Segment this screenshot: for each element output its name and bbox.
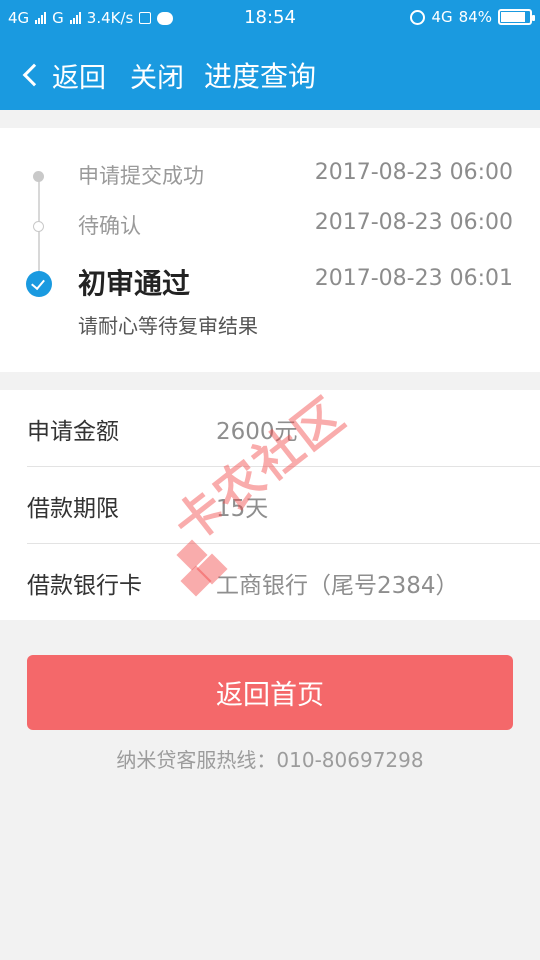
- check-circle-icon: [26, 271, 52, 297]
- status-bar: 4G G 3.4K/s 18:54 4G 84%: [0, 0, 540, 36]
- info-value: 2600元: [216, 418, 298, 445]
- app-header: 4G G 3.4K/s 18:54 4G 84% 返回 关闭 进度查询: [0, 0, 540, 110]
- chevron-left-icon: [22, 63, 46, 87]
- navigation-bar: 返回 关闭 进度查询: [0, 52, 540, 98]
- step-dot-hollow-icon: [33, 221, 44, 232]
- step-label-current: 初审通过: [78, 267, 191, 300]
- info-key: 借款银行卡: [27, 572, 142, 599]
- battery-icon: [498, 9, 535, 25]
- progress-timeline: 申请提交成功 2017-08-23 06:00 待确认 2017-08-23 0…: [0, 128, 540, 372]
- step-label: 待确认: [78, 214, 141, 238]
- step-time: 2017-08-23 06:01: [314, 266, 513, 291]
- status-right: 4G 84%: [410, 8, 535, 26]
- info-key: 借款期限: [27, 495, 119, 522]
- page-title: 进度查询: [204, 60, 317, 93]
- back-label: 返回: [52, 62, 106, 94]
- back-button[interactable]: 返回: [22, 56, 106, 95]
- network-type-3: 4G: [431, 8, 453, 26]
- step-subtext: 请耐心等待复审结果: [78, 314, 258, 338]
- close-button[interactable]: 关闭: [130, 56, 184, 95]
- info-key: 申请金额: [27, 418, 119, 445]
- step-time: 2017-08-23 06:00: [314, 160, 513, 185]
- info-value: 工商银行（尾号2384）: [216, 572, 459, 599]
- step-label: 申请提交成功: [78, 164, 204, 188]
- info-row-bank-card: 借款银行卡 工商银行（尾号2384）: [0, 544, 540, 621]
- info-value: 15天: [216, 495, 269, 522]
- info-row-term: 借款期限 15天: [0, 467, 540, 544]
- step-time: 2017-08-23 06:00: [314, 210, 513, 235]
- customer-service-hotline: 纳米贷客服热线：010-80697298: [116, 748, 424, 772]
- info-row-amount: 申请金额 2600元: [0, 390, 540, 467]
- alarm-icon: [410, 9, 426, 25]
- step-dot-icon: [33, 171, 44, 182]
- battery-percent: 84%: [458, 8, 492, 26]
- loan-info-list: 申请金额 2600元 借款期限 15天 借款银行卡 工商银行（尾号2384）: [0, 390, 540, 620]
- return-home-button[interactable]: 返回首页: [27, 655, 513, 730]
